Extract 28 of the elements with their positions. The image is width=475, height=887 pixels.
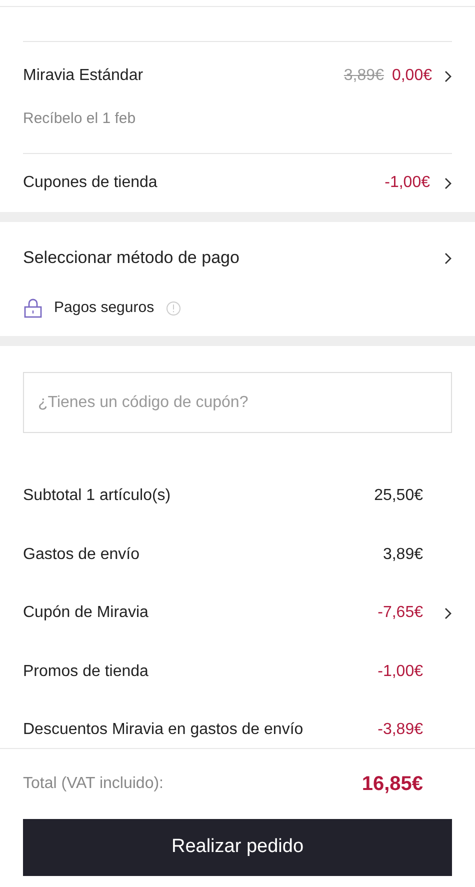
total-value: 16,85€	[362, 772, 423, 796]
store-coupons-value: -1,00€	[384, 173, 430, 193]
delivery-date: Recíbelo el 1 feb	[23, 109, 136, 129]
summary-label: Cupón de Miravia	[23, 603, 150, 624]
summary-label: Gastos de envío	[23, 544, 141, 565]
chevron-icon	[444, 70, 452, 82]
lock-icon	[23, 298, 43, 318]
summary-label: Subtotal 1 artículo(s)	[23, 486, 172, 506]
summary-value: 25,50€	[374, 486, 423, 506]
payment-method-label[interactable]: Seleccionar método de pago	[23, 245, 444, 271]
summary-value: 3,89€	[382, 544, 423, 565]
coupon-code-field[interactable]: ¿Tienes un código de cupón?	[23, 372, 452, 433]
old-price: 3,89€	[344, 66, 384, 86]
chevron-icon	[444, 606, 452, 620]
summary-label: Descuentos Miravia en gastos de envío	[23, 720, 304, 740]
chevron-icon	[444, 176, 452, 190]
chevron-icon	[444, 252, 452, 264]
place-order-button[interactable]: Realizar pedido	[23, 818, 452, 876]
secure-payments-label: Pagos seguros	[54, 298, 154, 318]
summary-value: -1,00€	[378, 662, 423, 682]
shipping-price: 0,00€	[392, 66, 432, 86]
info-icon[interactable]	[166, 300, 182, 316]
summary-value: -7,65€	[378, 603, 423, 624]
total-label: Total (VAT incluido):	[23, 774, 164, 794]
summary-label: Promos de tienda	[23, 662, 150, 682]
store-coupons-label: Cupones de tienda	[23, 173, 158, 193]
summary-value: -3,89€	[378, 720, 423, 740]
shipping-method: Miravia Estándar	[23, 66, 144, 86]
